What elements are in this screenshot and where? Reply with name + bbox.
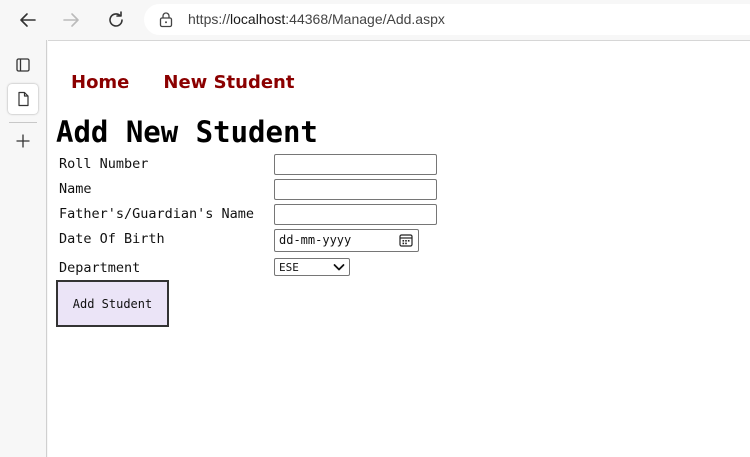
department-select[interactable]: ESE — [274, 258, 350, 276]
back-button[interactable] — [12, 4, 44, 36]
plus-icon — [16, 134, 30, 148]
date-of-birth-input[interactable]: dd-mm-yyyy — [274, 229, 419, 252]
tabs-icon — [16, 58, 30, 72]
date-placeholder: dd-mm-yyyy — [279, 233, 352, 247]
name-input[interactable] — [274, 179, 437, 200]
guardian-name-input[interactable] — [274, 204, 437, 225]
date-of-birth-row: Date Of Birth dd-mm-yyyy — [59, 229, 479, 252]
forward-button[interactable] — [55, 4, 87, 36]
url-prefix: https:// — [188, 11, 231, 27]
active-tab[interactable] — [8, 84, 38, 114]
tab-actions-button[interactable] — [8, 50, 38, 80]
roll-number-input[interactable] — [274, 154, 437, 175]
guardian-name-row: Father's/Guardian's Name — [59, 204, 479, 226]
guardian-name-label: Father's/Guardian's Name — [59, 206, 255, 222]
vertical-tab-rail — [0, 40, 47, 457]
chevron-down-icon — [333, 264, 345, 271]
lock-icon — [159, 12, 173, 28]
name-label: Name — [59, 181, 92, 197]
page-content: Home New Student Add New Student Roll Nu… — [48, 40, 750, 457]
arrow-right-icon — [63, 13, 79, 27]
page-icon — [18, 91, 29, 107]
url-path: :44368/Manage/Add.aspx — [285, 11, 445, 27]
site-menu: Home New Student — [71, 72, 294, 93]
menu-home-link[interactable]: Home — [71, 72, 129, 93]
roll-number-label: Roll Number — [59, 156, 149, 172]
roll-number-row: Roll Number — [59, 154, 479, 176]
rail-divider — [9, 122, 37, 123]
department-label: Department — [59, 260, 141, 276]
department-selected-value: ESE — [279, 261, 299, 274]
date-of-birth-label: Date Of Birth — [59, 231, 165, 247]
menu-new-student-link[interactable]: New Student — [163, 72, 294, 93]
page-title: Add New Student — [56, 115, 318, 149]
address-bar[interactable]: https://localhost:44368/Manage/Add.aspx — [144, 4, 750, 35]
new-tab-button[interactable] — [8, 126, 38, 156]
url-text: https://localhost:44368/Manage/Add.aspx — [188, 11, 445, 27]
url-host: localhost — [230, 11, 286, 27]
refresh-button[interactable] — [100, 4, 132, 36]
arrow-left-icon — [20, 13, 36, 27]
name-row: Name — [59, 179, 479, 201]
calendar-icon[interactable] — [399, 233, 413, 247]
add-student-button[interactable]: Add Student — [56, 280, 169, 327]
browser-toolbar: https://localhost:44368/Manage/Add.aspx — [0, 0, 750, 40]
refresh-icon — [109, 11, 123, 27]
department-row: Department ESE — [59, 258, 479, 280]
